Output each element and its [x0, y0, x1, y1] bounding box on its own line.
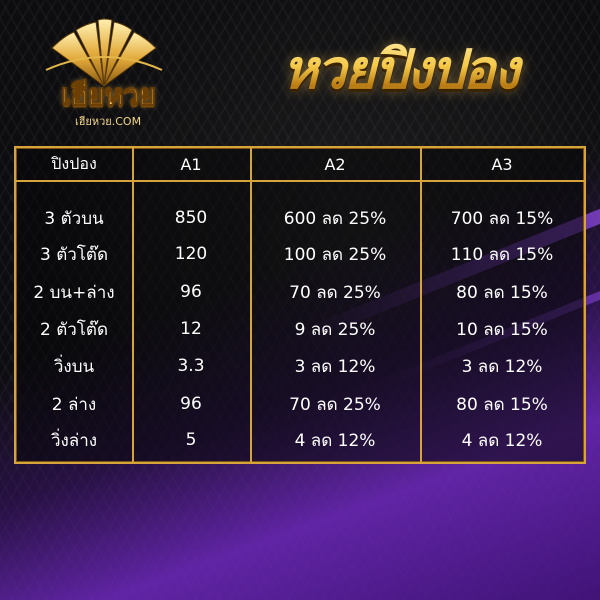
rate-a1-cell: 96	[180, 394, 202, 414]
bet-type-cell: วิ่งล่าง	[50, 430, 98, 451]
rate-a3-cell: 80 ลด 15%	[456, 394, 548, 415]
table-row: 2 ตัวโต๊ด 12 9 ลด 25% 10 ลด 15%	[16, 311, 584, 347]
rate-a2-cell: 70 ลด 25%	[289, 394, 381, 415]
rate-a1-cell: 3.3	[177, 356, 205, 376]
bet-type-cell: 2 ตัวโต๊ด	[39, 319, 109, 340]
rate-a2-cell: 9 ลด 25%	[294, 319, 376, 340]
rate-table: ปิงปอง A1 A2 A3 3 ตัวบน 850 600 ลด 25% 7…	[14, 146, 586, 464]
rate-a1-cell: 12	[180, 319, 202, 339]
header-cell: ปิงปอง	[51, 153, 97, 173]
table-row: วิ่งล่าง 5 4 ลด 12% 4 ลด 12%	[16, 422, 584, 458]
rate-a1-cell: 5	[185, 430, 197, 450]
bet-type-cell: 3 ตัวบน	[44, 208, 104, 229]
rate-a3-cell: 700 ลด 15%	[450, 208, 554, 229]
header-cell: A1	[180, 154, 202, 174]
rate-a3-cell: 10 ลด 15%	[456, 319, 548, 340]
rate-a1-cell: 96	[180, 282, 202, 302]
table-row: วิ่งบน 3.3 3 ลด 12% 3 ลด 12%	[16, 348, 584, 384]
bet-type-cell: วิ่งบน	[53, 356, 95, 377]
rate-a3-cell: 4 ลด 12%	[461, 430, 543, 451]
brand-logo: เฮียหวย เฮียหวย.COM	[24, 14, 184, 132]
bet-type-cell: 2 ล่าง	[51, 394, 97, 415]
header-cell: A2	[324, 154, 346, 174]
table-row: 3 ตัวโต๊ด 120 100 ลด 25% 110 ลด 15%	[16, 236, 584, 272]
table-row: 2 บน+ล่าง 96 70 ลด 25% 80 ลด 15%	[16, 274, 584, 310]
rate-a2-cell: 100 ลด 25%	[283, 244, 387, 265]
table-row: 2 ล่าง 96 70 ลด 25% 80 ลด 15%	[16, 386, 584, 422]
rate-a2-cell: 70 ลด 25%	[289, 282, 381, 303]
brand-site-url: เฮียหวย.COM	[74, 115, 142, 128]
bet-type-cell: 2 บน+ล่าง	[33, 282, 115, 303]
rate-a3-cell: 110 ลด 15%	[450, 244, 554, 265]
bet-type-cell: 3 ตัวโต๊ด	[39, 244, 109, 265]
table-header-row: ปิงปอง A1 A2 A3	[16, 148, 584, 182]
page-title: หวยปิงปอง	[224, 30, 576, 110]
rate-a3-cell: 80 ลด 15%	[456, 282, 548, 303]
rate-a2-cell: 4 ลด 12%	[294, 430, 376, 451]
table-row: 3 ตัวบน 850 600 ลด 25% 700 ลด 15%	[16, 200, 584, 236]
rate-a2-cell: 600 ลด 25%	[283, 208, 387, 229]
rate-a1-cell: 850	[174, 208, 208, 228]
rate-a2-cell: 3 ลด 12%	[294, 356, 376, 377]
rate-a1-cell: 120	[174, 244, 208, 264]
rate-a3-cell: 3 ลด 12%	[461, 356, 543, 377]
header-cell: A3	[491, 154, 513, 174]
